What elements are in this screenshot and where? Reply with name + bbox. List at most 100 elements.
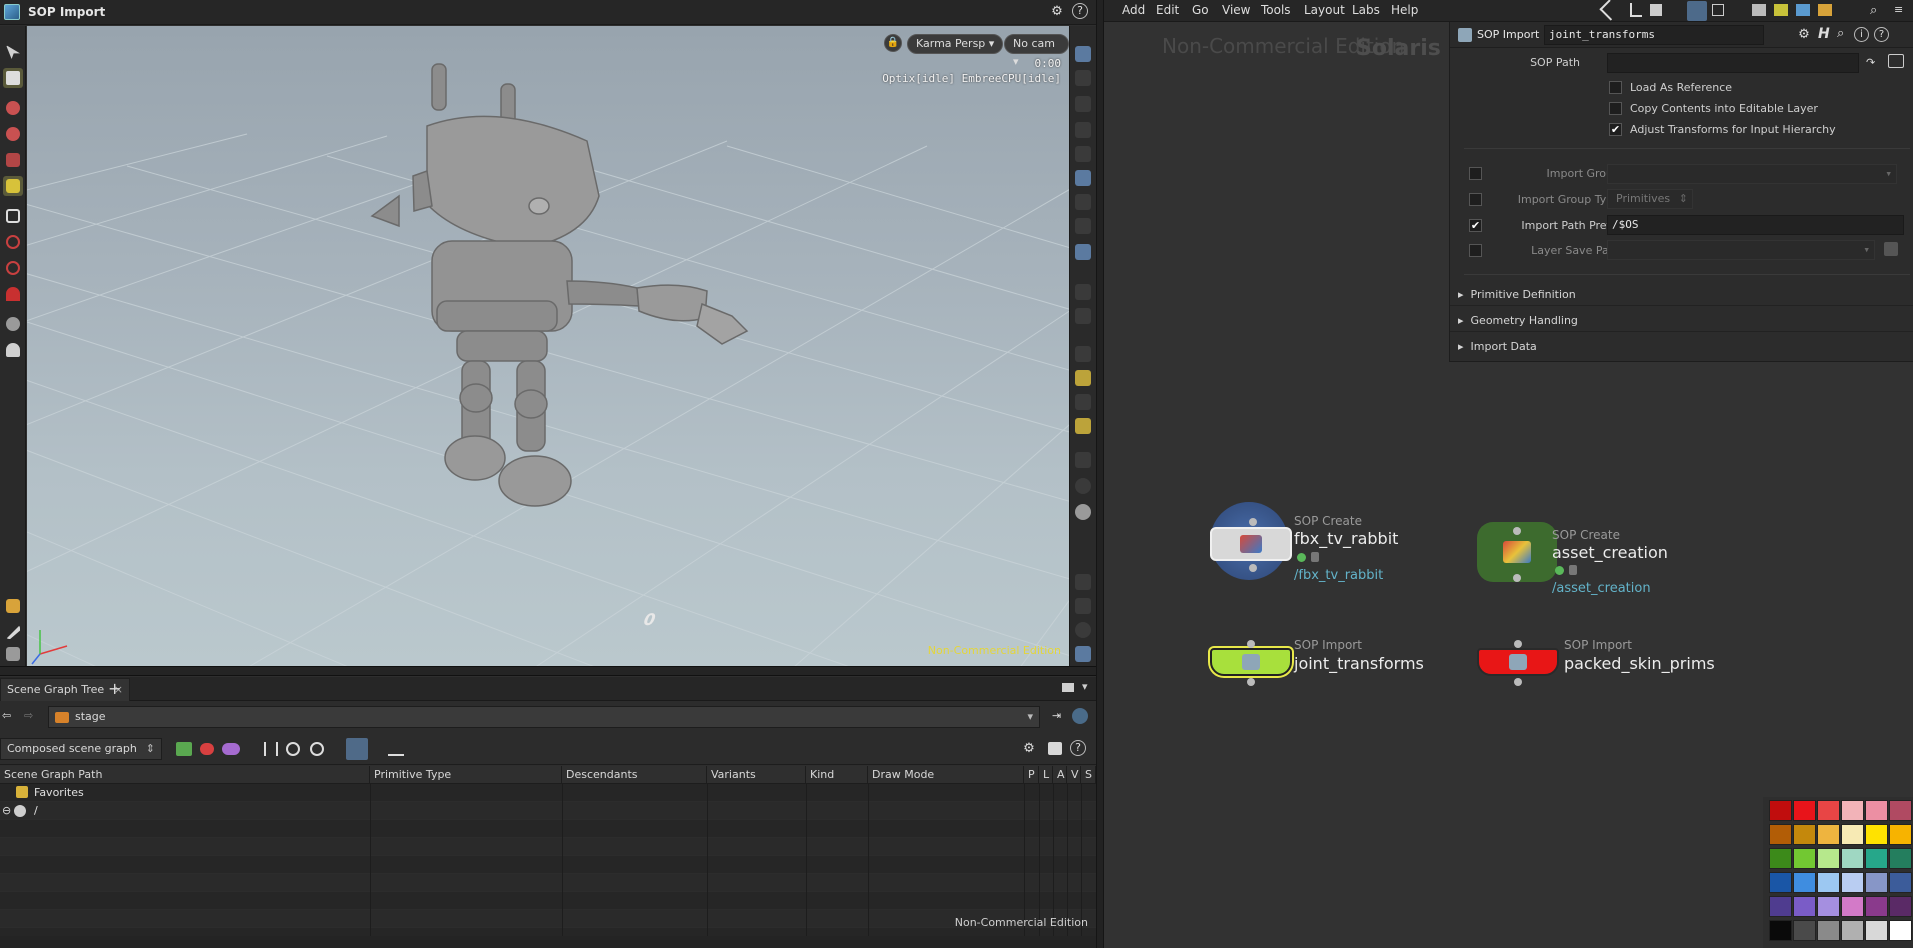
node-joint-transforms[interactable] <box>1210 648 1292 676</box>
color-swatch[interactable] <box>1793 848 1816 869</box>
color-swatch[interactable] <box>1841 848 1864 869</box>
chevron-down-icon[interactable]: ▾ <box>1027 707 1033 727</box>
subnet-icon[interactable] <box>1818 4 1832 16</box>
bottom-splitter[interactable] <box>0 936 1096 948</box>
menu-layout[interactable]: Layout <box>1304 3 1345 17</box>
add-tab-icon[interactable]: + <box>108 679 121 698</box>
color-swatch[interactable] <box>1841 824 1864 845</box>
vertical-splitter[interactable] <box>1096 0 1104 948</box>
color-swatch[interactable] <box>1865 848 1888 869</box>
node-name-label[interactable]: joint_transforms <box>1294 654 1424 673</box>
camera-icon[interactable] <box>1075 244 1091 260</box>
color-swatch[interactable] <box>1889 848 1912 869</box>
image-icon[interactable] <box>1752 4 1766 16</box>
color-swatch[interactable] <box>1769 848 1792 869</box>
snapshot-icon[interactable] <box>1075 284 1091 300</box>
sync-selection-icon[interactable] <box>346 738 368 760</box>
node-input-connector[interactable] <box>1513 527 1521 535</box>
node-name-label[interactable]: fbx_tv_rabbit <box>1294 529 1398 548</box>
camera-icon[interactable] <box>1048 742 1062 755</box>
color-swatch[interactable] <box>1769 896 1792 917</box>
file-chooser-icon[interactable] <box>1884 242 1898 256</box>
3d-viewport[interactable]: 🔒 Karma Persp ▾ No cam ▾ 0:00 Optix[idle… <box>27 26 1069 666</box>
color-swatch[interactable] <box>1793 872 1816 893</box>
ball-icon[interactable] <box>1075 504 1091 520</box>
color-swatch[interactable] <box>1817 824 1840 845</box>
guide-icon[interactable] <box>1075 452 1091 468</box>
pose-tool-icon[interactable] <box>3 340 23 360</box>
ghost-icon[interactable] <box>1075 122 1091 138</box>
color-swatch[interactable] <box>1889 920 1912 941</box>
wrench-icon[interactable] <box>1599 0 1621 21</box>
folder-import-data[interactable]: ▸ Import Data <box>1458 340 1537 353</box>
color-swatch[interactable] <box>1889 824 1912 845</box>
image-icon[interactable] <box>1075 346 1091 362</box>
collapse-icon[interactable]: ⊖ <box>2 804 11 817</box>
node-output-connector[interactable] <box>1247 678 1255 686</box>
pane-menu-icon[interactable]: ▾ <box>1082 680 1088 693</box>
help-icon[interactable]: ? <box>1874 27 1889 42</box>
gear-icon[interactable]: ⚙ <box>1020 740 1038 758</box>
film-icon[interactable] <box>1075 574 1091 590</box>
camera-menu[interactable]: No cam ▾ <box>1004 34 1069 68</box>
info-icon[interactable] <box>286 742 300 756</box>
color-swatch[interactable] <box>1793 824 1816 845</box>
pick-icon[interactable] <box>1075 370 1091 386</box>
menu-view[interactable]: View <box>1222 3 1250 17</box>
gear-icon[interactable]: ⚙ <box>1795 26 1813 44</box>
jump-to-node-icon[interactable]: ↷ <box>1866 56 1875 69</box>
adjust-transforms-checkbox[interactable]: ✔ <box>1609 123 1622 136</box>
tool-options-icon[interactable] <box>3 314 23 334</box>
color-swatch[interactable] <box>1865 872 1888 893</box>
handle-tool-icon[interactable] <box>3 176 23 196</box>
eye-icon[interactable] <box>1075 598 1091 614</box>
light-bulb-icon[interactable] <box>1075 194 1091 210</box>
import-path-prefix-field[interactable]: /$OS <box>1607 215 1904 235</box>
rotate-tool-icon[interactable] <box>3 124 23 144</box>
node-fbx-tv-rabbit[interactable] <box>1210 527 1292 561</box>
gear-icon[interactable]: ⚙ <box>1048 3 1066 21</box>
lock-icon[interactable] <box>1075 96 1091 112</box>
node-chooser-icon[interactable] <box>1888 54 1904 68</box>
color-swatch[interactable] <box>1841 872 1864 893</box>
node-input-connector[interactable] <box>1249 518 1257 526</box>
col-header-draw-mode[interactable]: Draw Mode <box>868 766 1024 784</box>
menu-edit[interactable]: Edit <box>1156 3 1179 17</box>
magnet-icon[interactable] <box>3 284 23 304</box>
maximize-icon[interactable] <box>1062 683 1074 692</box>
menu-go[interactable]: Go <box>1192 3 1209 17</box>
lighting-icon[interactable] <box>1075 70 1091 86</box>
color-swatch[interactable] <box>1793 896 1816 917</box>
snap-point-icon[interactable] <box>3 258 23 278</box>
folder-primitive-definition[interactable]: ▸ Primitive Definition <box>1458 288 1576 301</box>
color-swatch[interactable] <box>1817 896 1840 917</box>
import-group-type-checkbox[interactable] <box>1469 193 1482 206</box>
display-options-icon[interactable] <box>1075 46 1091 62</box>
search-icon[interactable]: ⌕ <box>1837 26 1844 41</box>
scene-graph-mode-select[interactable]: Composed scene graph ⇕ <box>0 738 162 760</box>
stage-path-field[interactable]: stage ▾ <box>48 706 1040 728</box>
color-swatch[interactable] <box>1817 848 1840 869</box>
shading-icon[interactable] <box>1075 170 1091 186</box>
node-packed-skin-prims[interactable] <box>1477 648 1559 676</box>
sticky-note-icon[interactable] <box>1774 4 1788 16</box>
add-prim-icon[interactable] <box>176 742 192 756</box>
color-swatch[interactable] <box>1865 800 1888 821</box>
node-name-label[interactable]: packed_skin_prims <box>1564 654 1715 673</box>
menu-labs[interactable]: Labs <box>1352 3 1380 17</box>
import-path-prefix-checkbox[interactable]: ✔ <box>1469 219 1482 232</box>
renderer-menu[interactable]: Karma Persp ▾ <box>907 34 1004 54</box>
col-header-kind[interactable]: Kind <box>806 766 868 784</box>
help-icon[interactable]: ? <box>1072 3 1088 19</box>
node-input-connector[interactable] <box>1514 640 1522 648</box>
list-icon[interactable] <box>1650 4 1662 16</box>
pane-splitter[interactable] <box>0 666 1096 676</box>
col-header-p[interactable]: P <box>1024 766 1039 784</box>
color-swatch[interactable] <box>1889 896 1912 917</box>
color-swatch[interactable] <box>1841 896 1864 917</box>
color-swatch[interactable] <box>1793 920 1816 941</box>
import-group-field[interactable]: ▾ <box>1607 164 1897 184</box>
menu-help[interactable]: Help <box>1391 3 1418 17</box>
chevron-down-icon[interactable]: ▾ <box>1885 165 1892 183</box>
folder-geometry-handling[interactable]: ▸ Geometry Handling <box>1458 314 1578 327</box>
